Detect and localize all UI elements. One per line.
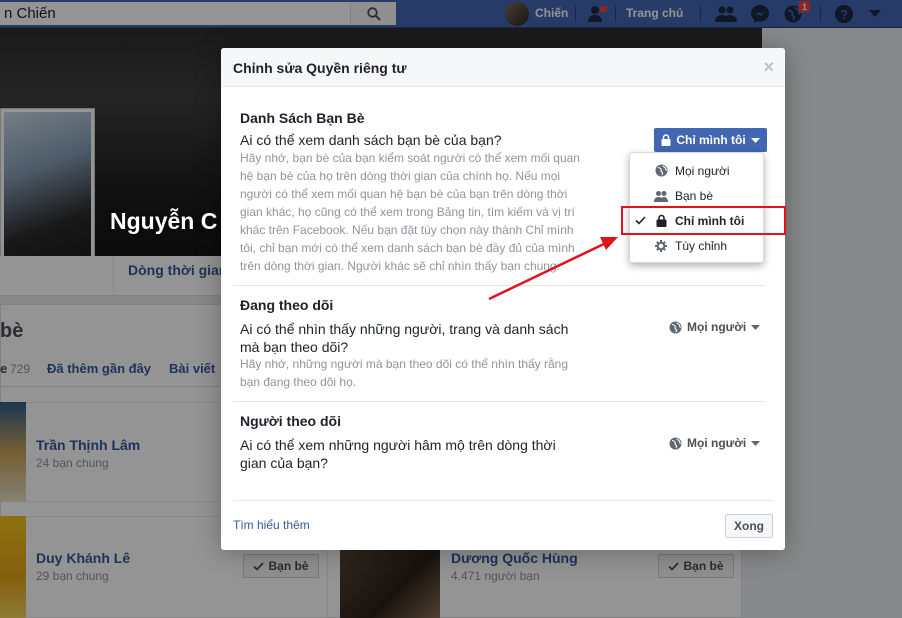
dialog-title: Chỉnh sửa Quyền riêng tư bbox=[233, 60, 407, 76]
section-question: Ai có thể nhìn thấy những người, trang v… bbox=[240, 321, 569, 355]
learn-more-link[interactable]: Tìm hiểu thêm bbox=[233, 518, 310, 532]
menu-item-label: Bạn bè bbox=[675, 188, 714, 203]
audience-selector-followers[interactable]: Mọi người bbox=[669, 436, 761, 450]
section-title-followers: Người theo dõi bbox=[240, 413, 341, 429]
divider bbox=[233, 285, 765, 286]
section-title-friends-list: Danh Sách Bạn Bè bbox=[240, 110, 365, 126]
audience-label: Mọi người bbox=[687, 436, 747, 450]
divider bbox=[233, 401, 765, 402]
globe-icon bbox=[669, 437, 682, 449]
globe-icon bbox=[669, 321, 682, 333]
section-question: Ai có thể xem những người hâm mộ trên dò… bbox=[240, 437, 556, 471]
audience-selector-following[interactable]: Mọi người bbox=[669, 320, 761, 334]
menu-item-public[interactable]: Mọi người bbox=[630, 158, 763, 183]
friends-icon bbox=[654, 190, 668, 202]
audience-label: Chỉ mình tôi bbox=[676, 133, 746, 147]
section-title-following: Đang theo dõi bbox=[240, 297, 334, 313]
gear-icon bbox=[655, 239, 667, 252]
section-hint: Hãy nhớ, bạn bè của bạn kiểm soát người … bbox=[240, 151, 580, 273]
profile-name[interactable]: Nguyễn C bbox=[110, 208, 217, 235]
section-question: Ai có thể xem danh sách bạn bè của bạn? bbox=[240, 132, 502, 148]
menu-item-custom[interactable]: Tùy chỉnh bbox=[630, 233, 763, 258]
caret-down-icon bbox=[751, 440, 761, 446]
menu-item-label: Mọi người bbox=[675, 163, 730, 178]
caret-down-icon bbox=[750, 137, 760, 143]
dialog-header: Chỉnh sửa Quyền riêng tư × bbox=[221, 48, 785, 87]
audience-label: Mọi người bbox=[687, 320, 747, 334]
divider bbox=[233, 500, 773, 501]
globe-icon bbox=[655, 164, 667, 177]
close-button[interactable]: Xong bbox=[725, 514, 773, 538]
menu-item-friends[interactable]: Bạn bè bbox=[630, 183, 763, 208]
annotation-highlight-box bbox=[621, 206, 786, 235]
close-icon[interactable]: × bbox=[763, 58, 774, 76]
audience-selector-friends-list[interactable]: Chỉ mình tôi bbox=[654, 128, 767, 152]
caret-down-icon bbox=[751, 324, 761, 330]
menu-item-label: Tùy chỉnh bbox=[675, 238, 728, 253]
privacy-dialog: Chỉnh sửa Quyền riêng tư × Danh Sách Bạn… bbox=[221, 48, 785, 550]
section-hint: Hãy nhớ, những người mà bạn theo dõi có … bbox=[240, 357, 569, 389]
lock-icon bbox=[661, 134, 671, 146]
